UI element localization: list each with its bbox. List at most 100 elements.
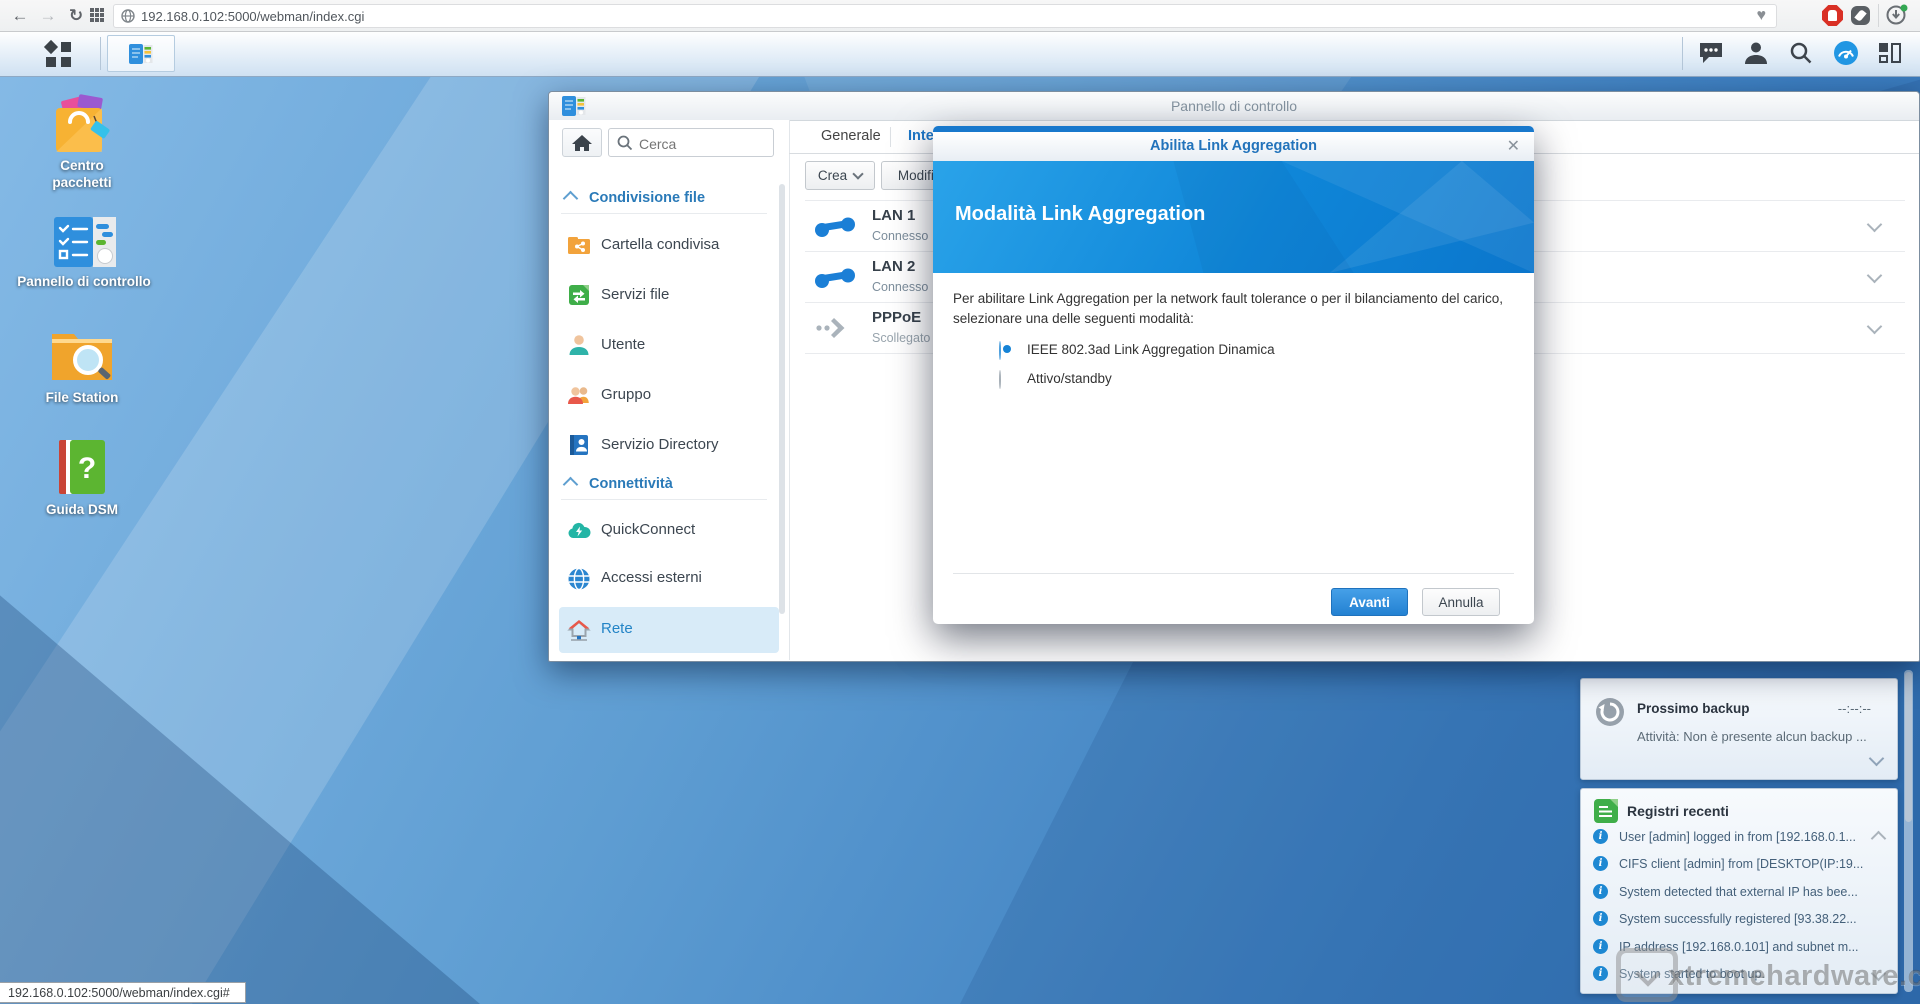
main-menu-button[interactable] <box>30 36 88 70</box>
tab-general[interactable]: Generale <box>821 128 881 144</box>
dsm-help-icon: ? <box>56 438 108 496</box>
svg-text:?: ? <box>78 452 96 485</box>
log-text: System successfully registered [93.38.22… <box>1619 912 1857 926</box>
search-button[interactable] <box>1789 41 1813 70</box>
sidebar-item-label[interactable]: QuickConnect <box>601 521 695 538</box>
user-menu-button[interactable] <box>1744 41 1768 70</box>
sidebar-item-user[interactable]: Utente <box>549 321 789 369</box>
chevron-down-icon[interactable] <box>1867 217 1883 233</box>
search-input[interactable] <box>637 132 771 155</box>
logs-widget-title: Registri recenti <box>1627 803 1729 819</box>
package-center-icon <box>50 94 114 156</box>
info-icon: i <box>1593 829 1608 844</box>
sidebar-item-label[interactable]: Accessi esterni <box>601 569 702 586</box>
sidebar-item-network-selected[interactable]: Rete <box>559 607 779 653</box>
download-extension-icon[interactable] <box>1886 4 1908 26</box>
sidebar-item-directory-service[interactable]: Servizio Directory <box>549 421 789 469</box>
chevron-down-icon[interactable] <box>1867 268 1883 284</box>
browser-forward-icon[interactable]: → <box>36 4 60 27</box>
next-button-label: Avanti <box>1349 595 1390 610</box>
widget-panel-scrollbar[interactable] <box>1904 670 1913 992</box>
create-button[interactable]: Crea <box>805 161 875 190</box>
icon-label[interactable]: File Station <box>12 390 152 407</box>
notifications-button[interactable] <box>1698 41 1724 70</box>
window-titlebar[interactable]: Pannello di controllo ? – □ ✕ <box>549 92 1919 121</box>
sidebar-item-label[interactable]: Utente <box>601 336 645 353</box>
dialog-close-icon[interactable]: ✕ <box>1507 136 1520 156</box>
interface-name: LAN 2 <box>872 258 915 275</box>
widgets-panel-icon <box>1878 41 1902 65</box>
sidebar-item-external-access[interactable]: Accessi esterni <box>549 556 789 602</box>
info-icon: i <box>1593 856 1608 871</box>
sidebar-scrollbar[interactable] <box>779 184 785 614</box>
sidebar-item-label[interactable]: Cartella condivisa <box>601 236 719 253</box>
chevron-up-icon[interactable] <box>1871 831 1887 847</box>
taskbar-control-panel-button[interactable] <box>107 35 175 72</box>
sidebar-item-label[interactable]: Servizi file <box>601 286 669 303</box>
user-icon <box>566 332 592 358</box>
interface-status: Connesso <box>872 229 928 243</box>
sidebar-item-file-services[interactable]: Servizi file <box>549 271 789 319</box>
sidebar-item-quickconnect[interactable]: QuickConnect <box>549 508 789 554</box>
radio-selected-icon[interactable] <box>999 341 1001 360</box>
chevron-down-icon[interactable] <box>1867 319 1883 335</box>
log-text: CIFS client [admin] from [DESKTOP(IP:19.… <box>1619 857 1863 871</box>
radio-unselected-icon[interactable] <box>999 370 1001 389</box>
window-title: Pannello di controllo <box>549 98 1919 114</box>
info-icon: i <box>1593 911 1608 926</box>
section-collapse-icon[interactable] <box>565 191 576 209</box>
bookmark-heart-icon[interactable]: ♥ <box>1757 7 1767 25</box>
interface-status: Scollegato <box>872 331 930 345</box>
widgets-button[interactable] <box>1878 41 1902 70</box>
browser-status-tooltip: 192.168.0.102:5000/webman/index.cgi# <box>0 982 246 1003</box>
icon-label[interactable]: Centro pacchetti <box>32 158 132 192</box>
sidebar-item-group[interactable]: Gruppo <box>549 371 789 419</box>
shared-folder-icon <box>566 232 592 258</box>
next-button[interactable]: Avanti <box>1331 588 1408 616</box>
icon-label[interactable]: Pannello di controllo <box>5 274 163 291</box>
icon-label[interactable]: Guida DSM <box>12 502 152 519</box>
search-icon <box>1789 41 1813 65</box>
log-text: User [admin] logged in from [192.168.0.1… <box>1619 830 1856 844</box>
radio-option-active-standby[interactable]: Attivo/standby <box>999 371 1001 389</box>
browser-apps-grid-icon[interactable] <box>90 8 105 23</box>
radio-label[interactable]: IEEE 802.3ad Link Aggregation Dinamica <box>1027 342 1275 357</box>
interface-name: PPPoE <box>872 309 921 326</box>
browser-url-text[interactable]: 192.168.0.102:5000/webman/index.cgi <box>141 9 364 24</box>
sidebar-section-label[interactable]: Connettività <box>589 476 673 492</box>
adblock-extension-icon[interactable] <box>1822 5 1843 26</box>
system-health-button[interactable] <box>1833 40 1859 71</box>
sidebar-item-label[interactable]: Servizio Directory <box>601 436 719 453</box>
chevron-down-icon[interactable] <box>1869 751 1885 767</box>
backup-widget-title: Prossimo backup <box>1637 701 1750 716</box>
section-collapse-icon[interactable] <box>565 477 576 495</box>
cancel-button-label: Annulla <box>1438 595 1483 610</box>
sidebar-item-wireless[interactable]: Wireless <box>549 657 789 660</box>
lan-link-icon <box>813 266 857 290</box>
home-button[interactable] <box>562 128 602 157</box>
cancel-button[interactable]: Annulla <box>1422 588 1500 616</box>
dsm-taskbar <box>0 31 1920 77</box>
window-sidebar: Condivisione file Cartella condivisa Ser… <box>549 120 790 660</box>
sidebar-item-label[interactable]: Rete <box>601 620 633 637</box>
interface-name: LAN 1 <box>872 207 915 224</box>
pppoe-icon <box>813 315 857 341</box>
browser-reload-icon[interactable]: ↻ <box>64 4 88 27</box>
browser-url-bar[interactable]: 192.168.0.102:5000/webman/index.cgi ♥ <box>113 4 1777 28</box>
sidebar-search-box[interactable] <box>608 128 774 157</box>
chat-bubble-icon <box>1698 41 1724 65</box>
feedly-extension-icon[interactable] <box>1851 6 1870 25</box>
directory-service-icon <box>566 432 592 458</box>
sidebar-item-shared-folder[interactable]: Cartella condivisa <box>549 221 789 269</box>
lan-link-icon <box>813 215 857 239</box>
radio-option-dynamic[interactable]: IEEE 802.3ad Link Aggregation Dinamica <box>999 342 1001 360</box>
radio-label[interactable]: Attivo/standby <box>1027 371 1112 386</box>
sidebar-item-label[interactable]: Gruppo <box>601 386 651 403</box>
sidebar-section-label[interactable]: Condivisione file <box>589 190 705 206</box>
dialog-titlebar[interactable]: Abilita Link Aggregation ✕ <box>933 132 1534 162</box>
site-globe-icon <box>121 9 135 23</box>
gauge-icon <box>1833 40 1859 66</box>
backup-next-time: --:--:-- <box>1838 701 1871 716</box>
control-panel-mini-icon <box>129 44 153 64</box>
browser-back-icon[interactable]: ← <box>8 4 32 27</box>
